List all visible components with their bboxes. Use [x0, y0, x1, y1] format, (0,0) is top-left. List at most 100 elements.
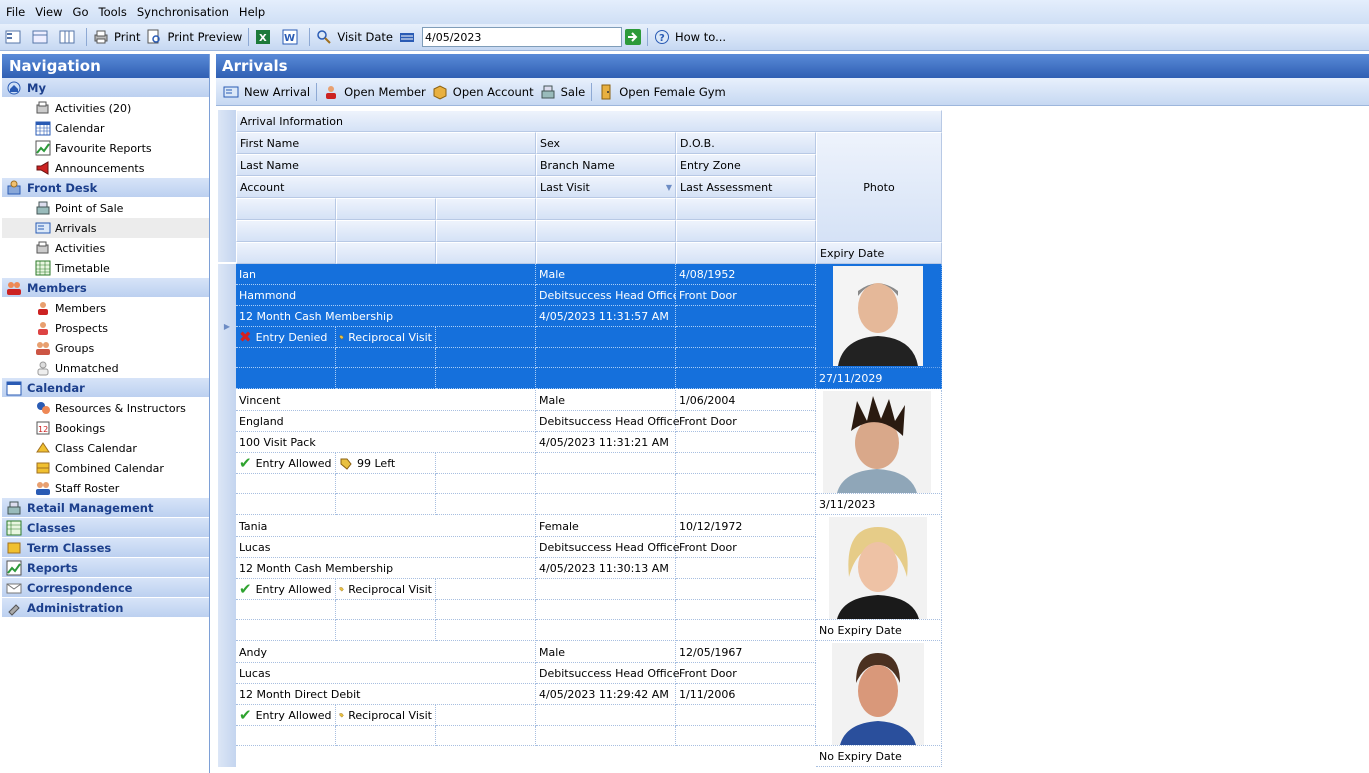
- cell-visit-type[interactable]: Reciprocal Visit: [336, 327, 436, 348]
- cell-blank[interactable]: [676, 494, 816, 515]
- cell-branch[interactable]: Debitsuccess Head Office: [536, 663, 679, 684]
- nav-group-calendar[interactable]: Calendar: [2, 378, 209, 398]
- cell-blank[interactable]: [676, 579, 816, 600]
- cell-photo[interactable]: [816, 516, 942, 620]
- nav-group-my[interactable]: My: [2, 78, 209, 98]
- column-photo[interactable]: Photo: [816, 132, 942, 242]
- cell-sex[interactable]: Male: [536, 642, 676, 663]
- cell-sex[interactable]: Male: [536, 264, 676, 285]
- cell-last-visit[interactable]: 4/05/2023 11:30:13 AM: [536, 558, 676, 579]
- cell-entry-status[interactable]: ✔ Entry Allowed: [236, 453, 336, 474]
- cell-blank[interactable]: [336, 620, 436, 641]
- cell-blank[interactable]: [336, 726, 436, 746]
- cell-blank[interactable]: [236, 600, 336, 620]
- menu-view[interactable]: View: [31, 5, 68, 19]
- cell-blank[interactable]: [436, 620, 536, 641]
- cell-account[interactable]: 12 Month Cash Membership: [236, 558, 536, 579]
- nav-item-bookings[interactable]: 12 Bookings: [2, 418, 209, 438]
- menu-go[interactable]: Go: [69, 5, 95, 19]
- cell-blank[interactable]: [336, 348, 436, 368]
- cell-entry-status[interactable]: ✖ Entry Denied: [236, 327, 336, 348]
- cell-blank[interactable]: [436, 494, 536, 515]
- cell-entry-zone[interactable]: Front Door: [676, 285, 816, 306]
- sale-button[interactable]: Sale: [537, 81, 589, 103]
- cell-blank[interactable]: [676, 620, 816, 641]
- nav-item-arrivals[interactable]: Arrivals: [2, 218, 209, 238]
- cell-dob[interactable]: 1/06/2004: [676, 390, 816, 411]
- calendar-picker-button[interactable]: [396, 26, 418, 48]
- nav-group-term-classes[interactable]: Term Classes: [2, 538, 209, 558]
- cell-sex[interactable]: Female: [536, 516, 676, 537]
- cell-entry-status[interactable]: ✔ Entry Allowed: [236, 705, 336, 726]
- cell-blank[interactable]: [436, 327, 536, 348]
- cell-branch[interactable]: Debitsuccess Head Office: [536, 285, 679, 306]
- cell-expiry-date[interactable]: No Expiry Date: [816, 620, 942, 641]
- nav-group-reports[interactable]: Reports: [2, 558, 209, 578]
- cell-blank[interactable]: [676, 368, 816, 389]
- cell-blank[interactable]: [676, 474, 816, 494]
- cell-dob[interactable]: 4/08/1952: [676, 264, 816, 285]
- cell-blank[interactable]: [436, 579, 536, 600]
- column-branch-name[interactable]: Branch Name: [536, 154, 676, 176]
- cell-photo[interactable]: [816, 264, 942, 368]
- cell-branch[interactable]: Debitsuccess Head Office: [536, 411, 679, 432]
- nav-group-members[interactable]: Members: [2, 278, 209, 298]
- cell-blank[interactable]: [436, 453, 536, 474]
- cell-sex[interactable]: Male: [536, 390, 676, 411]
- cell-blank[interactable]: [536, 327, 676, 348]
- cell-blank[interactable]: [536, 494, 676, 515]
- cell-branch[interactable]: Debitsuccess Head Office: [536, 537, 679, 558]
- nav-item-timetable[interactable]: Timetable: [2, 258, 209, 278]
- cell-entry-zone[interactable]: Front Door: [676, 537, 816, 558]
- nav-item-activities-desk[interactable]: Activities: [2, 238, 209, 258]
- column-blank[interactable]: [536, 242, 676, 264]
- cell-first-name[interactable]: Tania: [236, 516, 536, 537]
- cell-entry-status[interactable]: ✔ Entry Allowed: [236, 579, 336, 600]
- cell-blank[interactable]: [676, 453, 816, 474]
- column-dob[interactable]: D.O.B.: [676, 132, 816, 154]
- column-last-assessment[interactable]: Last Assessment: [676, 176, 816, 198]
- cell-photo[interactable]: [816, 642, 942, 746]
- export-excel-button[interactable]: X: [252, 26, 279, 48]
- cell-expiry-date[interactable]: No Expiry Date: [816, 746, 942, 767]
- menu-help[interactable]: Help: [235, 5, 271, 19]
- cell-blank[interactable]: [436, 726, 536, 746]
- cell-first-name[interactable]: Andy: [236, 642, 536, 663]
- menu-file[interactable]: File: [2, 5, 31, 19]
- menu-synchronisation[interactable]: Synchronisation: [133, 5, 235, 19]
- nav-item-calendar[interactable]: Calendar: [2, 118, 209, 138]
- column-blank[interactable]: [676, 198, 816, 220]
- cell-dob[interactable]: 12/05/1967: [676, 642, 816, 663]
- column-blank[interactable]: [676, 220, 816, 242]
- column-last-name[interactable]: Last Name: [236, 154, 536, 176]
- column-blank[interactable]: [436, 242, 536, 264]
- cell-last-assessment[interactable]: [676, 432, 816, 453]
- cell-blank[interactable]: [536, 705, 676, 726]
- cell-expiry-date[interactable]: 3/11/2023: [816, 494, 942, 515]
- nav-item-staff-roster[interactable]: Staff Roster: [2, 478, 209, 498]
- cell-blank[interactable]: [536, 579, 676, 600]
- column-blank[interactable]: [536, 220, 676, 242]
- cell-first-name[interactable]: Vincent: [236, 390, 536, 411]
- column-last-visit[interactable]: Last Visit ▼: [536, 176, 676, 198]
- column-blank[interactable]: [336, 242, 436, 264]
- nav-item-favourite-reports[interactable]: Favourite Reports: [2, 138, 209, 158]
- nav-item-combined-calendar[interactable]: Combined Calendar: [2, 458, 209, 478]
- nav-group-retail-management[interactable]: Retail Management: [2, 498, 209, 518]
- cell-account[interactable]: 12 Month Direct Debit: [236, 684, 536, 705]
- cell-blank[interactable]: [236, 368, 336, 389]
- open-female-gym-button[interactable]: Open Female Gym: [595, 81, 729, 103]
- cell-blank[interactable]: [436, 600, 536, 620]
- column-blank[interactable]: [236, 198, 336, 220]
- cell-blank[interactable]: [436, 348, 536, 368]
- cell-account[interactable]: 12 Month Cash Membership: [236, 306, 536, 327]
- cell-blank[interactable]: [236, 348, 336, 368]
- nav-item-groups[interactable]: Groups: [2, 338, 209, 358]
- cell-blank[interactable]: [676, 600, 816, 620]
- column-expiry-date[interactable]: Expiry Date: [816, 242, 942, 264]
- cell-blank[interactable]: [336, 494, 436, 515]
- cell-visit-type[interactable]: 99 Left: [336, 453, 436, 474]
- cell-blank[interactable]: [676, 327, 816, 348]
- cell-entry-zone[interactable]: Front Door: [676, 663, 816, 684]
- how-to-button[interactable]: ? How to...: [651, 26, 729, 48]
